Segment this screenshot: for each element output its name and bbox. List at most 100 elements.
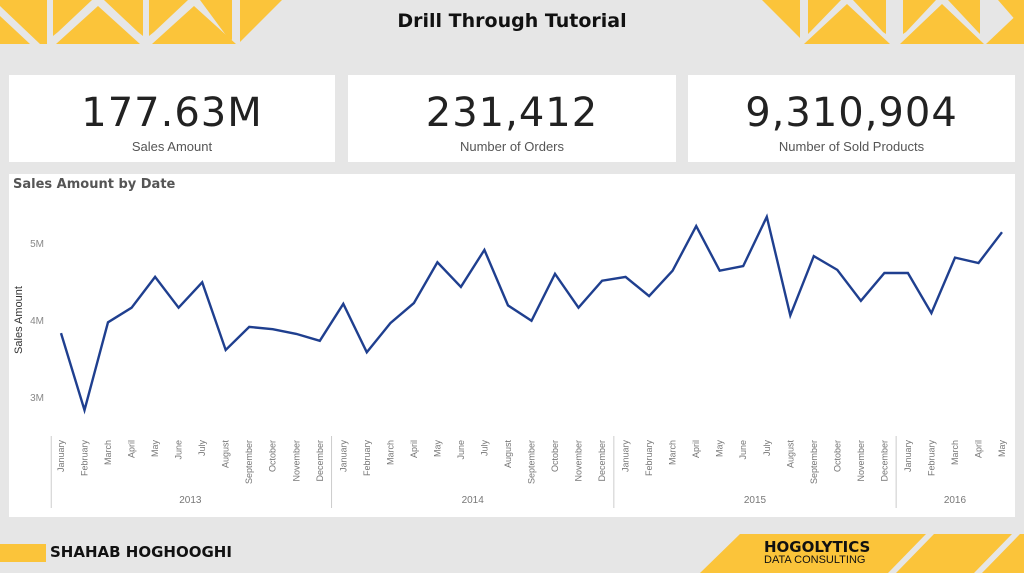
data-point[interactable] [881,270,887,276]
x-tick-label: October [832,440,842,472]
line-chart-svg: Sales Amount 3M 4M 5M January February March… [13,213,1007,508]
x-tick-label: August [503,440,513,469]
x-tick-label: January [621,440,631,473]
data-point[interactable] [717,268,723,274]
kpi-value: 9,310,904 [745,90,958,136]
data-point[interactable] [293,331,299,337]
data-point[interactable] [529,318,535,324]
y-tick-label: 3M [30,393,44,404]
x-tick-label: May [432,440,442,458]
x-tick-label: March [668,440,678,465]
x-tick-label: August [785,440,795,469]
x-tick-label: June [174,440,184,460]
x-year-label: 2014 [462,495,485,506]
data-point[interactable] [270,326,276,332]
footer-accent-bar [0,544,46,562]
data-point[interactable] [105,319,111,325]
kpi-card-number-of-sold-products[interactable]: 9,310,904 Number of Sold Products [688,75,1015,162]
data-point[interactable] [223,347,229,353]
data-point[interactable] [58,330,64,336]
data-point[interactable] [670,268,676,274]
x-tick-label: June [738,440,748,460]
x-tick-label: July [197,440,207,457]
series-line-sales-amount[interactable] [59,213,1003,415]
x-tick-label: February [80,440,90,477]
hogolytics-logo: HOGOLYTICS DATA CONSULTING [764,540,870,566]
data-point[interactable] [599,278,605,284]
x-tick-label: May [150,440,160,458]
x-tick-label: January [903,440,913,473]
x-tick-label: November [574,440,584,482]
data-point[interactable] [364,349,370,355]
x-tick-label: July [762,440,772,457]
kpi-card-sales-amount[interactable]: 177.63M Sales Amount [9,75,335,162]
data-point[interactable] [481,247,487,253]
y-tick-label: 4M [30,316,44,327]
data-point[interactable] [411,300,417,306]
x-tick-label: December [879,440,889,482]
x-tick-label: December [315,440,325,482]
x-tick-label: April [127,440,137,458]
x-tick-label: March [950,440,960,465]
data-point[interactable] [576,305,582,311]
x-tick-label: September [244,440,254,484]
x-year-label: 2016 [944,495,967,506]
data-point[interactable] [764,214,770,220]
data-point[interactable] [458,284,464,290]
x-tick-label: June [456,440,466,460]
data-point[interactable] [199,279,205,285]
x-tick-label: October [268,440,278,472]
data-point[interactable] [552,271,558,277]
x-tick-label: February [644,440,654,477]
data-point[interactable] [834,267,840,273]
kpi-card-number-of-orders[interactable]: 231,412 Number of Orders [348,75,676,162]
kpi-label: Number of Orders [459,139,565,154]
y-axis-label: Sales Amount [13,286,25,354]
x-tick-label: September [809,440,819,484]
data-point[interactable] [152,274,158,280]
data-point[interactable] [129,305,135,311]
author-name: SHAHAB HOGHOOGHI [50,543,232,561]
data-point[interactable] [905,270,911,276]
data-point[interactable] [811,253,817,259]
data-point[interactable] [693,223,699,229]
data-point[interactable] [505,302,511,308]
x-tick-label: September [527,440,537,484]
x-tick-label: November [856,440,866,482]
data-point[interactable] [740,263,746,269]
x-tick-label: March [103,440,113,465]
x-tick-label: April [409,440,419,458]
x-tick-label: February [362,440,372,477]
x-tick-label: January [338,440,348,473]
x-tick-label: January [56,440,66,473]
x-tick-label: April [973,440,983,458]
data-point[interactable] [82,407,88,413]
kpi-label: Sales Amount [131,139,213,154]
x-year-label: 2015 [744,495,767,506]
x-tick-label: April [691,440,701,458]
data-point[interactable] [999,229,1005,235]
sales-by-date-chart[interactable]: Sales Amount by Date Sales Amount 3M 4M 5M… [9,174,1015,517]
data-point[interactable] [928,310,934,316]
kpi-value: 231,412 [425,90,599,136]
data-point[interactable] [434,259,440,265]
logo-line1: HOGOLYTICS [764,538,871,556]
data-point[interactable] [787,312,793,318]
page-title: Drill Through Tutorial [397,10,627,32]
data-point[interactable] [952,255,958,261]
y-tick-label: 5M [30,239,44,250]
data-point[interactable] [858,298,864,304]
data-point[interactable] [176,305,182,311]
data-point[interactable] [646,293,652,299]
data-point[interactable] [975,260,981,266]
data-point[interactable] [623,274,629,280]
kpi-label: Number of Sold Products [778,139,925,154]
data-point[interactable] [317,338,323,344]
data-point[interactable] [387,320,393,326]
data-point[interactable] [246,324,252,330]
logo-line2: DATA CONSULTING [764,554,866,566]
x-tick-label: July [479,440,489,457]
x-year-label: 2013 [179,495,202,506]
data-point[interactable] [340,301,346,307]
x-tick-label: May [997,440,1007,458]
